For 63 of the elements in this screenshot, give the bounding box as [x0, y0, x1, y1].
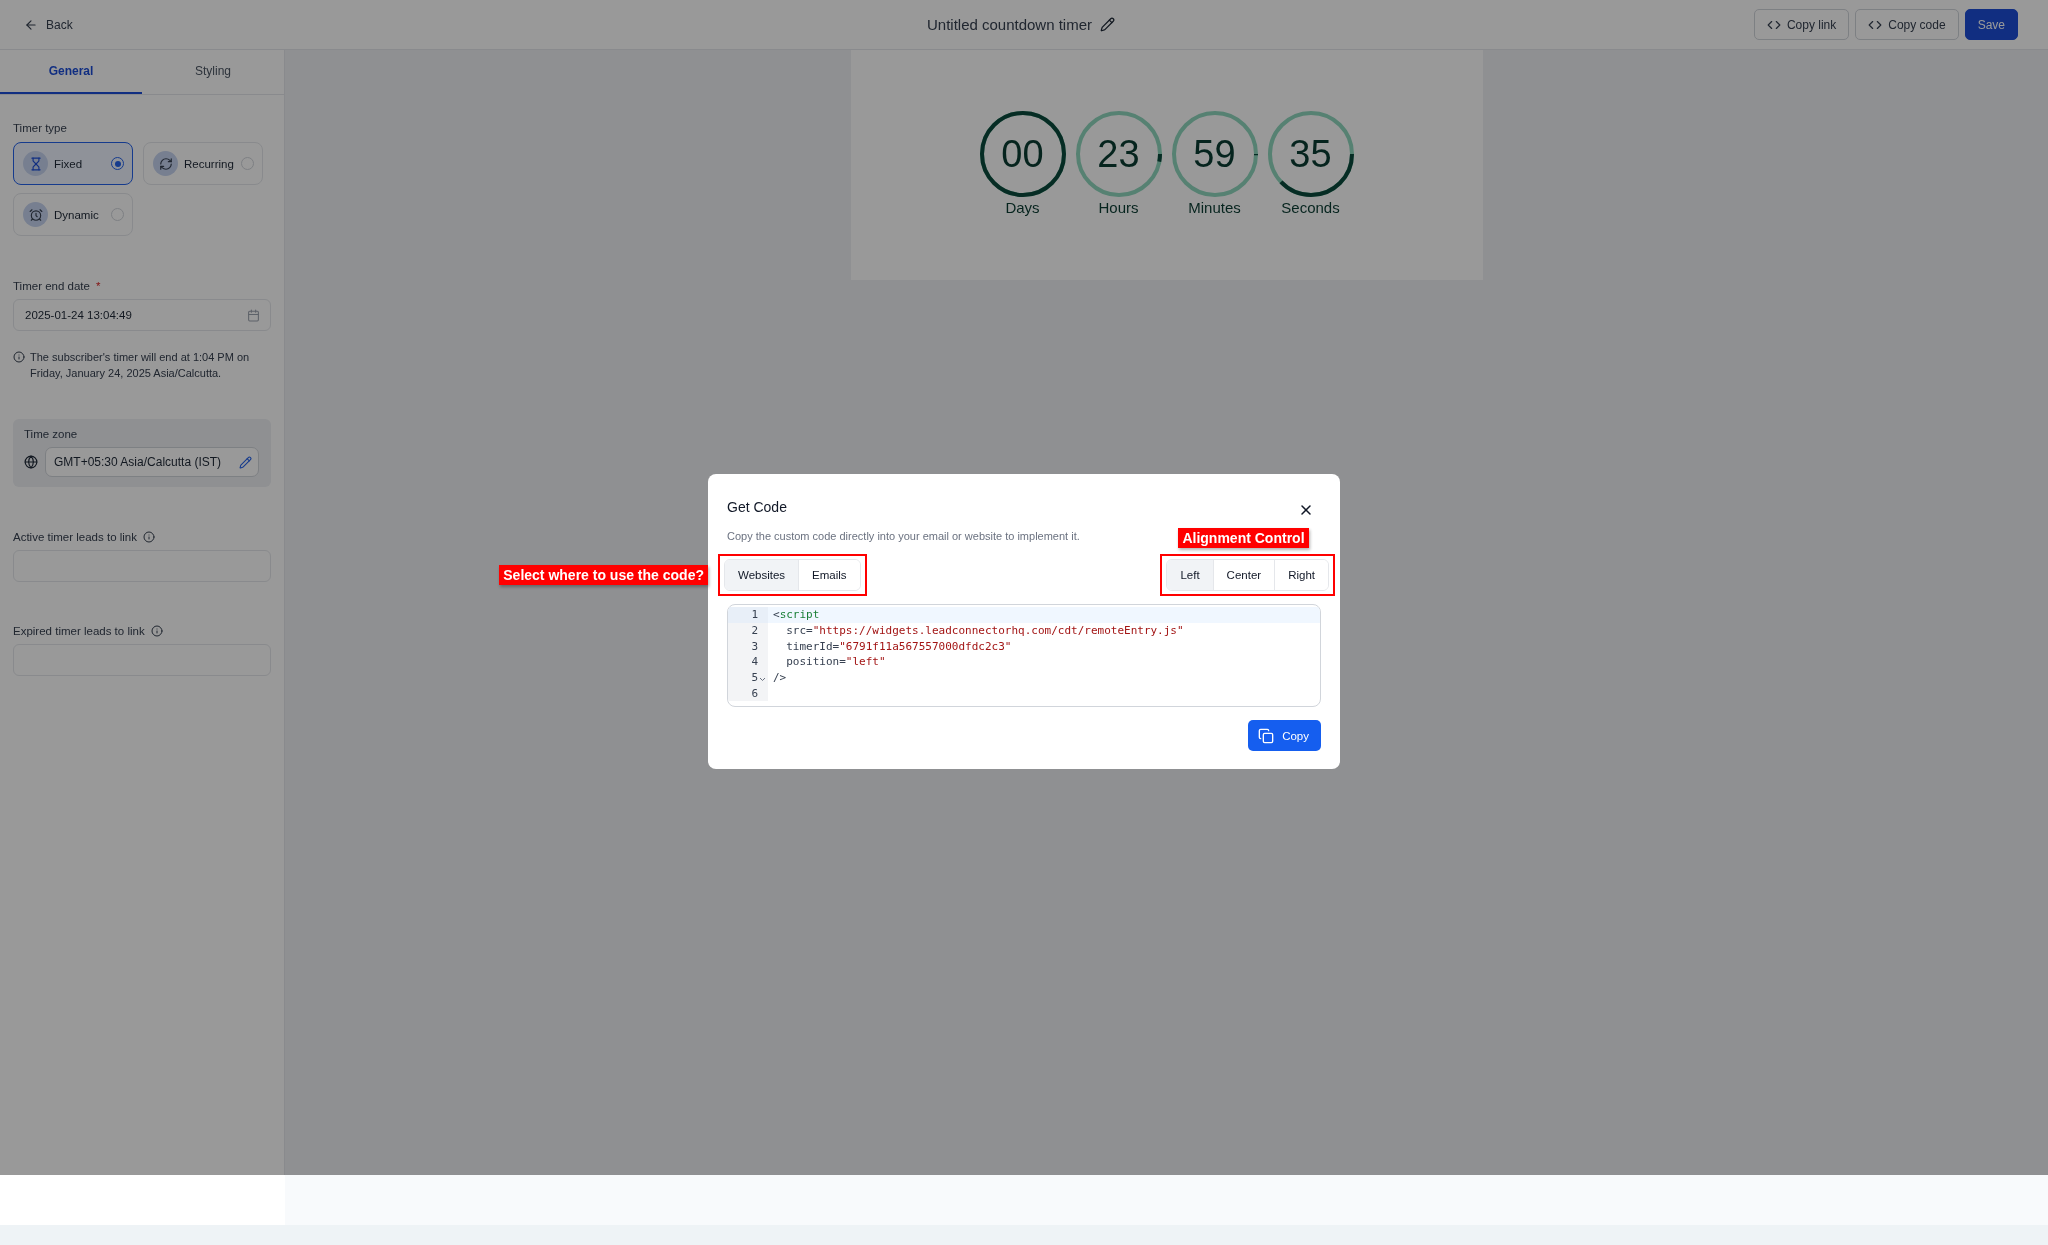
timer-type-option[interactable]: Recurring — [143, 142, 263, 185]
header-button[interactable]: Save — [1964, 9, 2018, 40]
refresh-icon — [158, 156, 173, 171]
fold-caret-icon[interactable] — [759, 676, 766, 682]
code-line: position="left" — [785, 655, 886, 669]
unit-label: Hours — [1098, 199, 1139, 216]
sidebar-tab[interactable]: General — [0, 50, 142, 94]
field-label: Time zone — [24, 428, 79, 440]
dialog-description: Copy the custom code directly into your email or website to implement it. — [727, 530, 1080, 542]
alarm-clock-icon — [28, 207, 43, 222]
copy-icon — [1258, 727, 1275, 744]
date-input[interactable]: 2025-01-24 13:04:49 — [13, 299, 271, 331]
countdown-number: 35 — [1289, 132, 1332, 176]
copy-button[interactable]: Copy — [1248, 720, 1321, 752]
field-label: Timer end date — [13, 280, 90, 292]
option-label: Recurring — [184, 157, 235, 170]
timer-type-option[interactable]: Fixed — [13, 142, 133, 185]
dialog-title: Get Code — [727, 499, 787, 515]
info-icon — [143, 531, 155, 543]
countdown-number: 59 — [1193, 132, 1236, 176]
info-icon — [150, 625, 163, 637]
globe-icon — [24, 455, 38, 469]
code-line: src="https://widgets.leadconnectorhq.com/cdt/remoteEntry.js" — [785, 624, 1184, 638]
line-number: 3 — [751, 639, 758, 653]
field-label: Active timer leads to link — [13, 531, 137, 543]
unit-label: Minutes — [1188, 199, 1241, 216]
countdown-number: 00 — [1001, 132, 1044, 176]
header-button[interactable]: Copy link — [1753, 9, 1850, 40]
info-text: The subscriber's timer will end at 1:04 PM on Friday, January 24, 2025 Asia/Calcutta. — [30, 350, 251, 381]
close-icon — [1298, 502, 1314, 518]
header-button[interactable]: Copy code — [1855, 9, 1959, 40]
line-number: 2 — [751, 624, 758, 638]
time-zone-field[interactable]: GMT+05:30 Asia/Calcutta (IST) — [45, 447, 259, 477]
code-line: timerId="6791f11a567557000dfdc2c3" — [785, 639, 1012, 653]
required-mark: * — [95, 280, 101, 292]
field-label: Expired timer leads to link — [13, 625, 145, 637]
code-line: /> — [772, 671, 787, 685]
hourglass-icon — [28, 156, 43, 171]
calendar-icon — [247, 308, 260, 322]
alignment-tab[interactable]: Left — [1167, 560, 1214, 590]
line-number: 5 — [751, 671, 758, 685]
edit-icon[interactable] — [1100, 17, 1116, 32]
code-line: <script — [772, 608, 820, 622]
back-link[interactable]: Back — [24, 17, 73, 32]
option-label: Dynamic — [54, 208, 100, 221]
annotation-label: Alignment Control — [1178, 528, 1309, 548]
countdown-number: 23 — [1097, 132, 1140, 176]
close-button[interactable] — [1298, 502, 1314, 518]
sidebar-tab[interactable]: Styling — [142, 50, 284, 94]
option-label: Fixed — [54, 157, 84, 170]
code-editor[interactable]: 1 <script 2 src="https://widgets.leadconnectorhq.com/cdt/remoteEntry.js" 3 timerId="6791f11a567557000dfdc2c3" 4 position="left" 5 /> 6 — [727, 604, 1321, 708]
field-label: Timer type — [13, 122, 68, 134]
edit-icon — [239, 455, 252, 469]
annotation-label: Select where to use the code? — [499, 565, 708, 585]
platform-tab[interactable]: Websites — [725, 560, 800, 590]
timer-type-option[interactable]: Dynamic — [13, 193, 133, 236]
line-number: 6 — [751, 686, 758, 700]
line-number: 4 — [751, 655, 758, 669]
line-number: 1 — [751, 608, 758, 622]
unit-label: Days — [1005, 199, 1040, 216]
unit-label: Seconds — [1281, 199, 1340, 216]
page-title: Untitled countdown timer — [926, 16, 1093, 33]
info-icon — [13, 351, 25, 363]
